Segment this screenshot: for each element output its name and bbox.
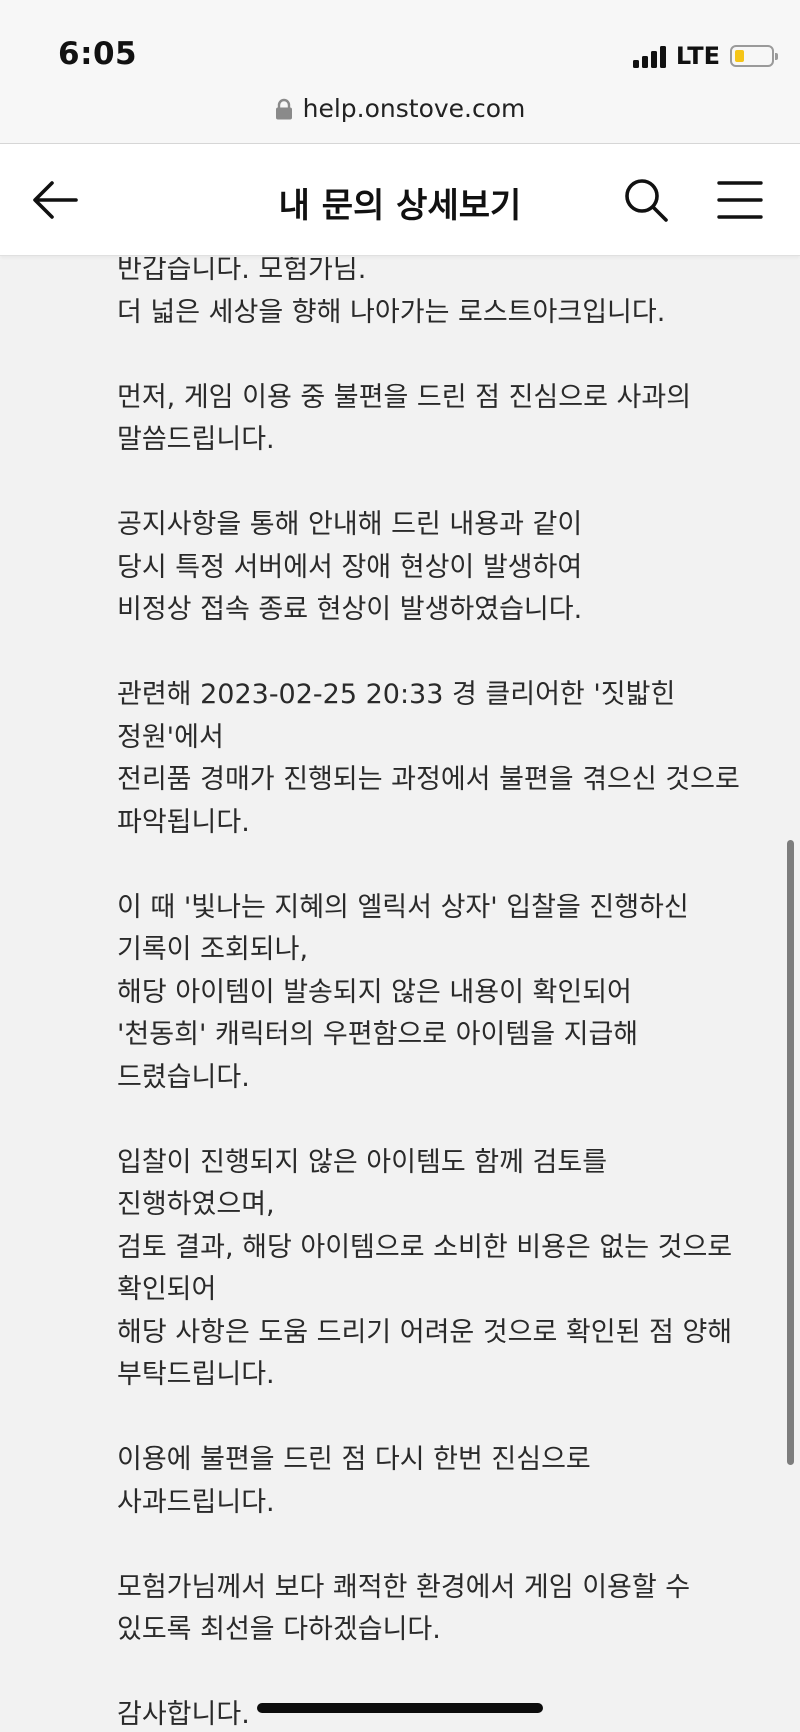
status-bar: 6:05 LTE xyxy=(0,0,800,88)
battery-fill xyxy=(735,50,744,62)
battery-icon xyxy=(730,45,778,67)
search-button[interactable] xyxy=(622,176,670,224)
network-type: LTE xyxy=(675,42,720,70)
status-time: 6:05 xyxy=(58,36,138,72)
url-text: help.onstove.com xyxy=(302,94,526,123)
menu-button[interactable] xyxy=(716,178,764,222)
url-display[interactable]: help.onstove.com xyxy=(275,94,526,123)
lock-icon xyxy=(275,98,292,119)
page-title: 내 문의 상세보기 xyxy=(278,186,522,226)
signal-strength-icon xyxy=(632,44,666,68)
scrollbar[interactable] xyxy=(787,840,794,1465)
url-bar[interactable]: help.onstove.com xyxy=(0,88,800,144)
page-header: 내 문의 상세보기 xyxy=(0,144,800,256)
home-indicator[interactable] xyxy=(257,1703,543,1713)
search-icon xyxy=(625,179,668,222)
menu-icon xyxy=(717,181,763,219)
answer-message: 반갑습니다. 모험가님. 더 넓은 세상을 향해 나아가는 로스트아크입니다. … xyxy=(117,257,740,1730)
inquiry-detail-content[interactable]: 반갑습니다. 모험가님. 더 넓은 세상을 향해 나아가는 로스트아크입니다. … xyxy=(0,257,800,1732)
status-indicators: LTE xyxy=(632,42,778,70)
